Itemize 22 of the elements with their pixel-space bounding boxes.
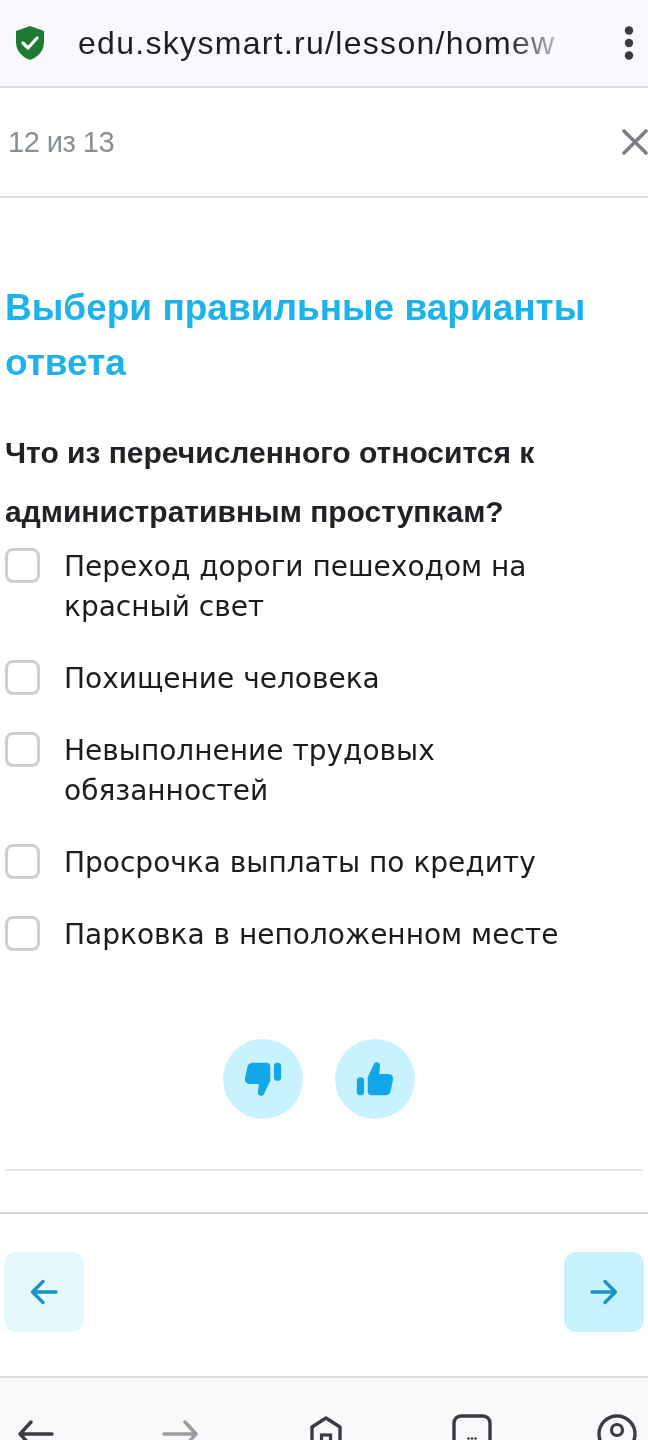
previous-button[interactable] xyxy=(4,1252,84,1332)
menu-icon[interactable] xyxy=(624,26,634,60)
option-label: Парковка в неположенном месте xyxy=(64,917,559,953)
option-label: Переход дороги пешеходом на красный свет xyxy=(64,549,528,625)
next-button[interactable] xyxy=(564,1252,644,1332)
close-icon[interactable] xyxy=(622,129,648,155)
checkbox[interactable] xyxy=(5,916,40,951)
checkbox[interactable] xyxy=(5,660,40,695)
checkbox[interactable] xyxy=(5,844,40,879)
arrow-right-icon xyxy=(590,1278,618,1306)
account-icon[interactable] xyxy=(597,1412,637,1440)
option-label: Невыполнение трудовых обязанностей xyxy=(64,733,436,809)
option-label: Просрочка выплаты по кредиту xyxy=(64,845,536,881)
checkbox[interactable] xyxy=(5,548,40,583)
url-text[interactable]: edu.skysmart.ru/lesson/homew xyxy=(78,24,556,62)
arrow-left-icon xyxy=(30,1278,58,1306)
task-title: Выбери правильные варианты ответа xyxy=(5,286,587,385)
progress-counter: 12 из 13 xyxy=(8,125,115,159)
checkbox[interactable] xyxy=(5,732,40,767)
option-label: Похищение человека xyxy=(64,661,380,697)
question-text: Что из перечисленного относится к административным проступкам? xyxy=(5,435,536,530)
tabs-icon[interactable] xyxy=(451,1412,492,1440)
